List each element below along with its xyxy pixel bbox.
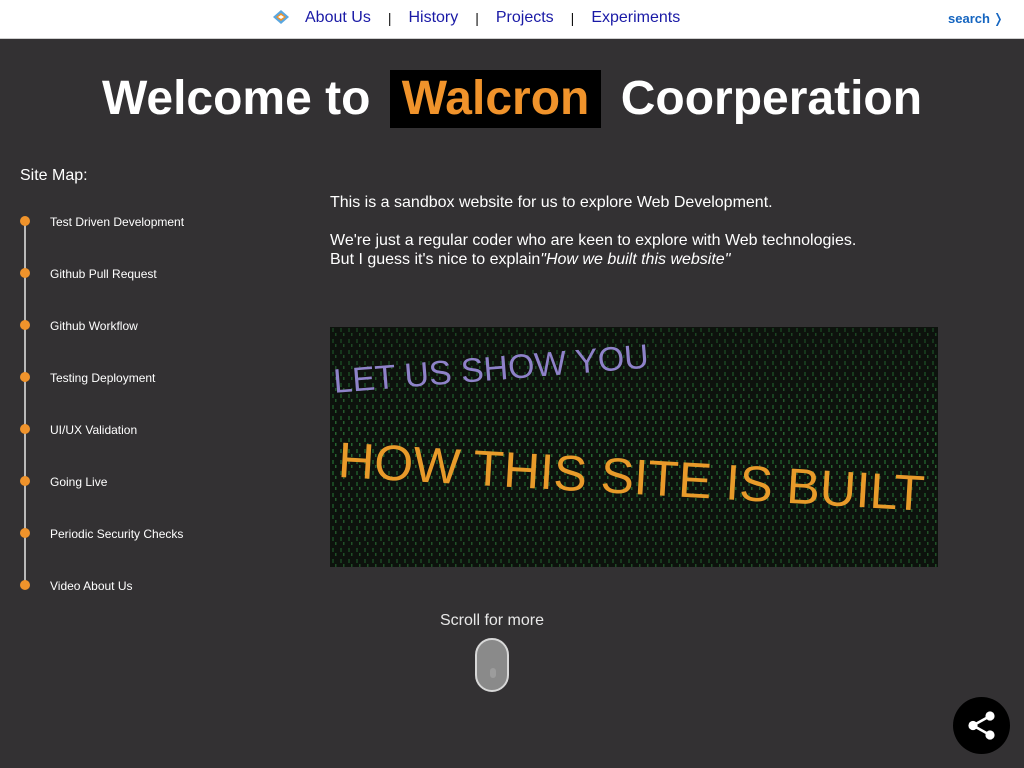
nav-separator: | bbox=[387, 10, 392, 26]
nav-separator: | bbox=[475, 10, 479, 26]
nav-separator: | bbox=[570, 10, 575, 26]
sitemap-heading: Site Map: bbox=[20, 167, 88, 184]
sitemap-item-periodic-security-checks[interactable]: Periodic Security Checks bbox=[0, 525, 260, 545]
timeline-dot-icon bbox=[20, 372, 30, 382]
sitemap-item-label: UI/UX Validation bbox=[50, 423, 138, 437]
nav-link-projects[interactable]: Projects bbox=[496, 9, 554, 27]
timeline-dot-icon bbox=[20, 216, 30, 226]
mouse-wheel bbox=[490, 668, 496, 678]
intro-line-3-prefix: But I guess it's nice to explain bbox=[330, 251, 541, 268]
sitemap-item-ui-ux-validation[interactable]: UI/UX Validation bbox=[0, 421, 260, 441]
sitemap-item-label: Going Live bbox=[50, 475, 108, 489]
sitemap-item-going-live[interactable]: Going Live bbox=[0, 473, 260, 493]
search-label: search bbox=[948, 11, 990, 26]
mouse-scroll-icon[interactable] bbox=[475, 638, 509, 692]
share-button[interactable] bbox=[953, 697, 1010, 754]
intro-line-3: But I guess it's nice to explain"How we … bbox=[330, 250, 950, 269]
share-icon bbox=[968, 711, 995, 740]
sitemap-item-github-workflow[interactable]: Github Workflow bbox=[0, 317, 260, 337]
sitemap-item-label: Test Driven Development bbox=[50, 215, 185, 229]
sitemap-item-label: Testing Deployment bbox=[50, 371, 156, 385]
search-button[interactable]: search ❭ bbox=[948, 11, 1004, 27]
sitemap-item-label: Periodic Security Checks bbox=[50, 527, 184, 541]
intro-text: This is a sandbox website for us to expl… bbox=[330, 193, 950, 269]
intro-line-2: We're just a regular coder who are keen … bbox=[330, 232, 857, 249]
intro-line-1: This is a sandbox website for us to expl… bbox=[330, 194, 773, 211]
sitemap-item-video-about-us[interactable]: Video About Us bbox=[0, 577, 260, 597]
sitemap-item-label: Video About Us bbox=[50, 579, 133, 593]
title-brand: Walcron bbox=[389, 70, 602, 128]
timeline-dot-icon bbox=[20, 528, 30, 538]
scroll-hint-label: Scroll for more bbox=[439, 612, 545, 629]
timeline-dot-icon bbox=[20, 268, 30, 278]
timeline-dot-icon bbox=[20, 424, 30, 434]
logo-icon[interactable] bbox=[271, 8, 291, 26]
nav-link-experiments[interactable]: Experiments bbox=[591, 9, 680, 27]
chevron-right-icon: ❭ bbox=[992, 11, 1004, 26]
nav-link-about-us[interactable]: About Us bbox=[305, 9, 371, 27]
hero-banner[interactable]: LET US SHOW YOU HOW THIS SITE IS BUILT bbox=[330, 327, 938, 567]
nav-links: About Us | History | Projects | Experime… bbox=[305, 8, 680, 28]
timeline-dot-icon bbox=[20, 320, 30, 330]
timeline-dot-icon bbox=[20, 580, 30, 590]
nav-link-history[interactable]: History bbox=[408, 9, 458, 27]
title-prefix: Welcome to bbox=[101, 72, 371, 125]
sitemap-item-test-driven-development[interactable]: Test Driven Development bbox=[0, 213, 260, 233]
page-title: Welcome to Walcron Coorperation bbox=[0, 70, 1024, 128]
sitemap-item-github-pull-request[interactable]: Github Pull Request bbox=[0, 265, 260, 285]
sitemap-item-testing-deployment[interactable]: Testing Deployment bbox=[0, 369, 260, 389]
sitemap-item-label: Github Pull Request bbox=[50, 267, 157, 281]
intro-line-3-emphasis: "How we built this website" bbox=[540, 251, 731, 268]
title-suffix: Coorperation bbox=[620, 72, 923, 125]
sitemap-item-label: Github Workflow bbox=[50, 319, 138, 333]
timeline-dot-icon bbox=[20, 476, 30, 486]
top-navigation: About Us | History | Projects | Experime… bbox=[0, 0, 1024, 39]
